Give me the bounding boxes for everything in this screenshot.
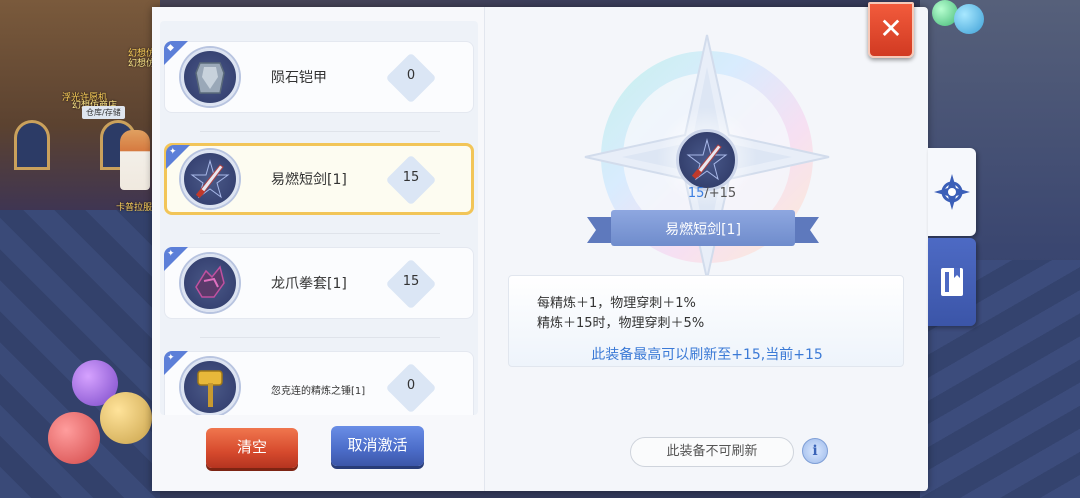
equipment-level: 0	[406, 378, 416, 393]
max-refresh-text: 此装备最高可以刷新至+15,当前+15	[591, 347, 823, 363]
refine-max: /+15	[704, 186, 737, 201]
tab-refine[interactable]	[928, 148, 976, 236]
refine-level-display: 15/+15	[682, 186, 742, 201]
effect-line-2: 精炼＋15时，物理穿刺＋5%	[537, 316, 705, 331]
equipment-level: 15	[402, 170, 420, 185]
effect-description: 每精炼＋1，物理穿刺＋1% 精炼＋15时，物理穿刺＋5% 此装备最高可以刷新至+…	[508, 275, 904, 367]
tab-book[interactable]	[928, 238, 976, 326]
equipment-name: 易燃短剑[1]	[271, 172, 347, 188]
close-icon: ✕	[879, 12, 903, 45]
armor-category-icon: ◆	[167, 43, 174, 53]
list-divider	[200, 233, 440, 234]
book-icon	[941, 268, 963, 296]
balloon-blue	[954, 4, 984, 34]
refine-panel: ◆ 陨石铠甲 0 ✦ 易燃短剑[1] 15 ✦ 龙爪拳套[1] 15 ✦ 忽克连…	[152, 7, 928, 491]
list-divider	[200, 337, 440, 338]
equipment-name: 忽克连的精炼之锤[1]	[271, 386, 366, 397]
kafra-npc[interactable]	[120, 130, 150, 190]
equipment-level: 0	[406, 68, 416, 83]
refresh-status: 此装备不可刷新	[630, 437, 794, 467]
equipment-name: 龙爪拳套[1]	[271, 276, 347, 292]
info-button[interactable]: i	[802, 438, 828, 464]
balloon-yellow	[100, 392, 152, 444]
npc-subtitle-1: 幻想仿	[128, 59, 156, 69]
equipment-level: 15	[402, 274, 420, 289]
equipment-list[interactable]: ◆ 陨石铠甲 0 ✦ 易燃短剑[1] 15 ✦ 龙爪拳套[1] 15 ✦ 忽克连…	[160, 21, 478, 415]
compass-icon	[934, 174, 970, 210]
equipment-detail: 15/+15 易燃短剑[1] 每精炼＋1，物理穿刺＋1% 精炼＋15时，物理穿刺…	[486, 7, 928, 491]
selected-item-name: 易燃短剑[1]	[665, 222, 741, 238]
claw-icon	[181, 254, 239, 312]
selected-equipment-icon	[676, 129, 738, 191]
npc-storage-tag[interactable]: 仓库/存储	[82, 106, 125, 119]
equipment-item-dragon-claw[interactable]: ✦ 龙爪拳套[1] 15	[164, 247, 474, 319]
weapon-category-icon: ✦	[169, 147, 177, 157]
hammer-icon	[181, 358, 239, 415]
refine-current: 15	[687, 186, 705, 201]
equipment-name: 陨石铠甲	[271, 70, 327, 86]
weapon-category-icon: ✦	[167, 353, 175, 363]
armor-icon	[181, 48, 239, 106]
close-button[interactable]: ✕	[868, 2, 914, 58]
equipment-list-column: ◆ 陨石铠甲 0 ✦ 易燃短剑[1] 15 ✦ 龙爪拳套[1] 15 ✦ 忽克连…	[152, 7, 485, 491]
building-window	[14, 120, 50, 170]
cancel-activate-button[interactable]: 取消激活	[331, 426, 424, 466]
clear-button[interactable]: 清空	[206, 428, 298, 468]
equipment-item-meteor-armor[interactable]: ◆ 陨石铠甲 0	[164, 41, 474, 113]
list-divider	[200, 131, 440, 132]
equipment-item-refine-hammer[interactable]: ✦ 忽克连的精炼之锤[1] 0	[164, 351, 474, 415]
dagger-icon	[181, 150, 239, 208]
equipment-item-flame-dagger[interactable]: ✦ 易燃短剑[1] 15	[164, 143, 474, 215]
effect-line-1: 每精炼＋1，物理穿刺＋1%	[537, 296, 696, 311]
balloon-red	[48, 412, 100, 464]
weapon-category-icon: ✦	[167, 249, 175, 259]
